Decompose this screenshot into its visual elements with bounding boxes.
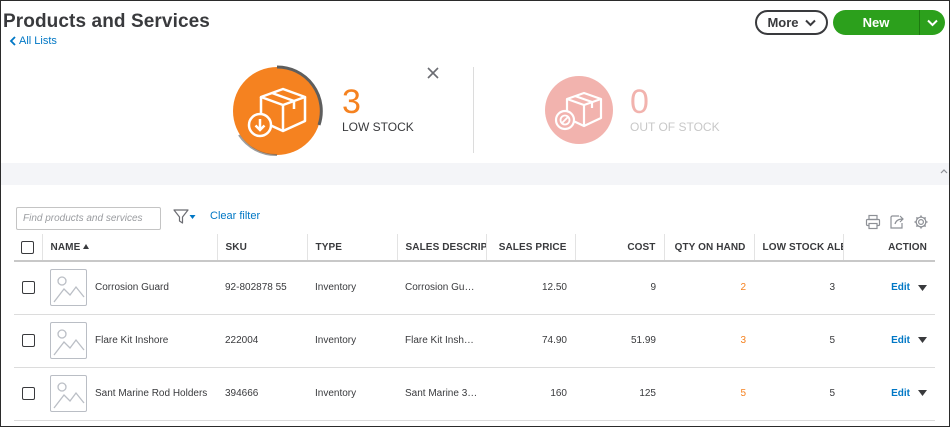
cost-cell: 125 (575, 367, 664, 421)
price-cell: 74.90 (486, 314, 575, 368)
select-all-checkbox[interactable] (21, 240, 35, 254)
out-of-stock-label: OUT OF STOCK (630, 120, 720, 134)
sku-cell: 394666 (217, 367, 307, 421)
alert-cell: 3 (754, 261, 843, 315)
row-checkbox[interactable] (21, 387, 35, 400)
panel-separator (1, 163, 949, 185)
action-cell: Edit (843, 314, 935, 368)
qty-cell: 3 (664, 314, 754, 368)
sku-cell: 92-802878 55 (217, 261, 307, 315)
image-placeholder-icon (53, 382, 85, 409)
edit-link[interactable]: Edit (891, 335, 910, 346)
new-dropdown-button[interactable] (919, 10, 945, 35)
gear-icon[interactable] (913, 214, 929, 230)
table-row[interactable]: Sant Marine Rod Holders 394666 Inventory… (14, 367, 935, 421)
scroll-up-arrow-icon[interactable] (939, 165, 949, 179)
alert-cell: 5 (754, 314, 843, 368)
table-header-row: NAME SKU TYPE SALES DESCRIPTION SALES PR… (14, 234, 935, 262)
table-row[interactable]: Corrosion Guard 92-802878 55 Inventory C… (14, 261, 935, 315)
column-header-low-stock-alert[interactable]: LOW STOCK ALERT (754, 234, 844, 262)
product-image-placeholder[interactable] (50, 322, 87, 359)
cost-cell: 9 (575, 261, 664, 315)
chevron-down-icon (927, 19, 938, 26)
edit-link[interactable]: Edit (891, 388, 910, 399)
new-button[interactable]: New (833, 10, 919, 35)
alert-cell: 5 (754, 367, 843, 421)
column-header-action: ACTION (843, 234, 935, 262)
description-cell: Corrosion Guard (397, 261, 486, 315)
row-checkbox[interactable] (21, 334, 35, 347)
column-header-sales-price[interactable]: SALES PRICE (486, 234, 576, 262)
caret-down-icon[interactable] (918, 390, 927, 397)
stock-summary-panel (1, 55, 949, 163)
cost-cell: 51.99 (575, 314, 664, 368)
chevron-left-icon (9, 36, 16, 46)
chevron-down-icon (804, 19, 816, 26)
sort-ascending-icon (83, 244, 90, 250)
more-button[interactable]: More (755, 10, 828, 35)
low-stock-icon[interactable] (231, 65, 323, 157)
sku-cell: 222004 (217, 314, 307, 368)
price-cell: 160 (486, 367, 575, 421)
clear-filter-link[interactable]: Clear filter (210, 210, 260, 222)
column-header-cost[interactable]: COST (575, 234, 665, 262)
action-cell: Edit (843, 261, 935, 315)
action-cell: Edit (843, 367, 935, 421)
print-icon[interactable] (865, 214, 881, 230)
export-icon[interactable] (889, 214, 905, 230)
column-header-sku[interactable]: SKU (217, 234, 308, 262)
product-name: Corrosion Guard (95, 282, 169, 294)
caret-down-icon[interactable] (918, 337, 927, 344)
product-image-placeholder[interactable] (50, 269, 87, 307)
type-cell: Inventory (307, 314, 397, 368)
column-header-name[interactable]: NAME (42, 234, 218, 262)
name-cell: Corrosion Guard (42, 261, 217, 315)
row-select-cell (14, 261, 42, 315)
more-button-label: More (767, 15, 799, 30)
column-header-type[interactable]: TYPE (307, 234, 398, 262)
row-select-cell (14, 367, 42, 421)
name-cell: Sant Marine Rod Holders (42, 367, 217, 421)
out-of-stock-icon[interactable] (544, 75, 614, 145)
stock-divider (473, 67, 474, 153)
row-select-cell (14, 314, 42, 368)
all-lists-link[interactable]: All Lists (9, 35, 57, 47)
table-tools (865, 214, 929, 230)
table-row[interactable]: Flare Kit Inshore 222004 Inventory Flare… (14, 314, 935, 368)
products-table: NAME SKU TYPE SALES DESCRIPTION SALES PR… (14, 234, 935, 421)
image-placeholder-icon (53, 329, 85, 356)
select-all-cell (14, 234, 43, 262)
row-checkbox[interactable] (21, 281, 35, 295)
image-placeholder-icon (53, 276, 85, 303)
price-cell: 12.50 (486, 261, 575, 315)
app-window: Products and Services All Lists More New… (0, 0, 950, 427)
qty-cell: 2 (664, 261, 754, 315)
type-cell: Inventory (307, 261, 397, 315)
caret-down-icon[interactable] (918, 284, 927, 291)
page-title: Products and Services (3, 11, 210, 32)
edit-link[interactable]: Edit (891, 282, 910, 293)
close-icon[interactable] (426, 66, 440, 80)
qty-cell: 5 (664, 367, 754, 421)
product-name: Sant Marine Rod Holders (95, 388, 208, 399)
type-cell: Inventory (307, 367, 397, 421)
low-stock-label: LOW STOCK (342, 120, 414, 134)
filter-icon[interactable] (173, 209, 197, 225)
product-name: Flare Kit Inshore (95, 335, 169, 346)
low-stock-count[interactable]: 3 (342, 83, 361, 122)
column-header-qty-on-hand[interactable]: QTY ON HAND (664, 234, 755, 262)
column-header-sales-description[interactable]: SALES DESCRIPTION (397, 234, 487, 262)
out-of-stock-count[interactable]: 0 (630, 83, 649, 122)
name-cell: Flare Kit Inshore (42, 314, 217, 368)
new-button-group: New (833, 10, 945, 35)
column-header-label: NAME (50, 241, 81, 253)
product-image-placeholder[interactable] (50, 375, 87, 412)
description-cell: Flare Kit Inshore (397, 314, 486, 368)
description-cell: Sant Marine 3-i… (397, 367, 486, 421)
search-input[interactable] (16, 207, 161, 230)
all-lists-label[interactable]: All Lists (19, 35, 57, 47)
